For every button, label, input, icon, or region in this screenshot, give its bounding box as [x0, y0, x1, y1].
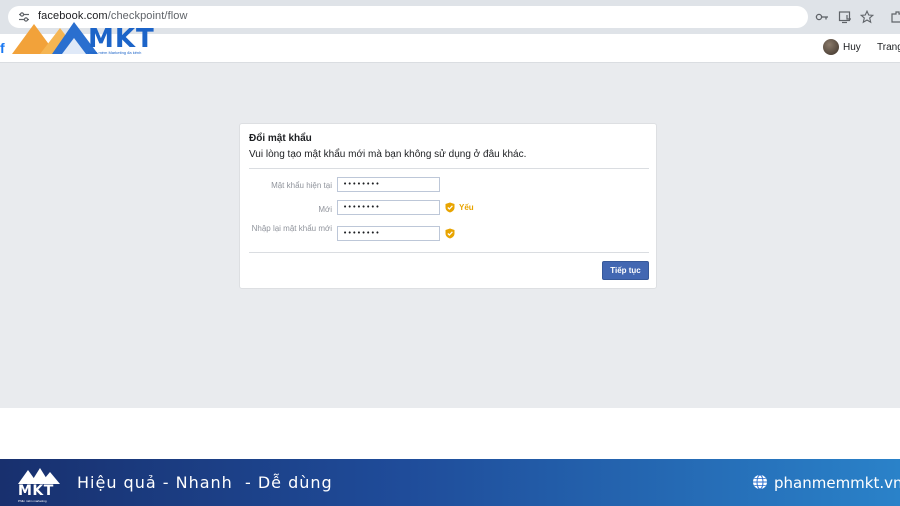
- card-description: Vui lòng tạo mật khẩu mới mà bạn không s…: [249, 149, 527, 160]
- new-password-label: Mới: [318, 205, 332, 214]
- banner-logo-subtitle: Phần mềm marketing: [18, 499, 47, 503]
- change-password-card: Đổi mật khẩu Vui lòng tạo mật khẩu mới m…: [239, 123, 657, 289]
- password-strength-shield-icon: [445, 202, 455, 213]
- current-password-input[interactable]: ••••••••: [337, 177, 440, 192]
- home-link[interactable]: Trang: [877, 42, 900, 53]
- avatar[interactable]: [823, 39, 839, 55]
- continue-button[interactable]: Tiếp tục: [602, 261, 649, 280]
- globe-icon: [753, 474, 767, 490]
- profile-name-link[interactable]: Huy: [843, 42, 861, 53]
- banner-slogan: Hiệu quả - Nhanh - Dễ dùng: [77, 473, 333, 492]
- banner-logo-word: MKT: [18, 483, 54, 499]
- screen: facebook.com/checkpoint/flow f MKT Phần …: [0, 0, 900, 506]
- facebook-logo[interactable]: f: [0, 40, 5, 56]
- key-icon[interactable]: [815, 10, 829, 24]
- confirm-password-label: Nhập lại mật khẩu mới: [251, 224, 332, 233]
- divider-bottom: [249, 252, 649, 253]
- confirm-strength-shield-icon: [445, 228, 455, 239]
- current-password-label: Mật khẩu hiện tại: [271, 181, 332, 190]
- new-password-input[interactable]: ••••••••: [337, 200, 440, 215]
- confirm-password-input[interactable]: ••••••••: [337, 226, 440, 241]
- mkt-watermark-subtitle: Phần mềm Marketing đa kênh: [88, 50, 142, 55]
- card-title: Đổi mật khẩu: [249, 133, 312, 144]
- banner-website: phanmemmkt.vn: [774, 474, 900, 492]
- extensions-icon[interactable]: [890, 10, 900, 24]
- install-app-icon[interactable]: [838, 10, 852, 24]
- divider-top: [249, 168, 649, 169]
- password-strength-text: Yếu: [459, 203, 474, 212]
- star-icon[interactable]: [860, 10, 874, 24]
